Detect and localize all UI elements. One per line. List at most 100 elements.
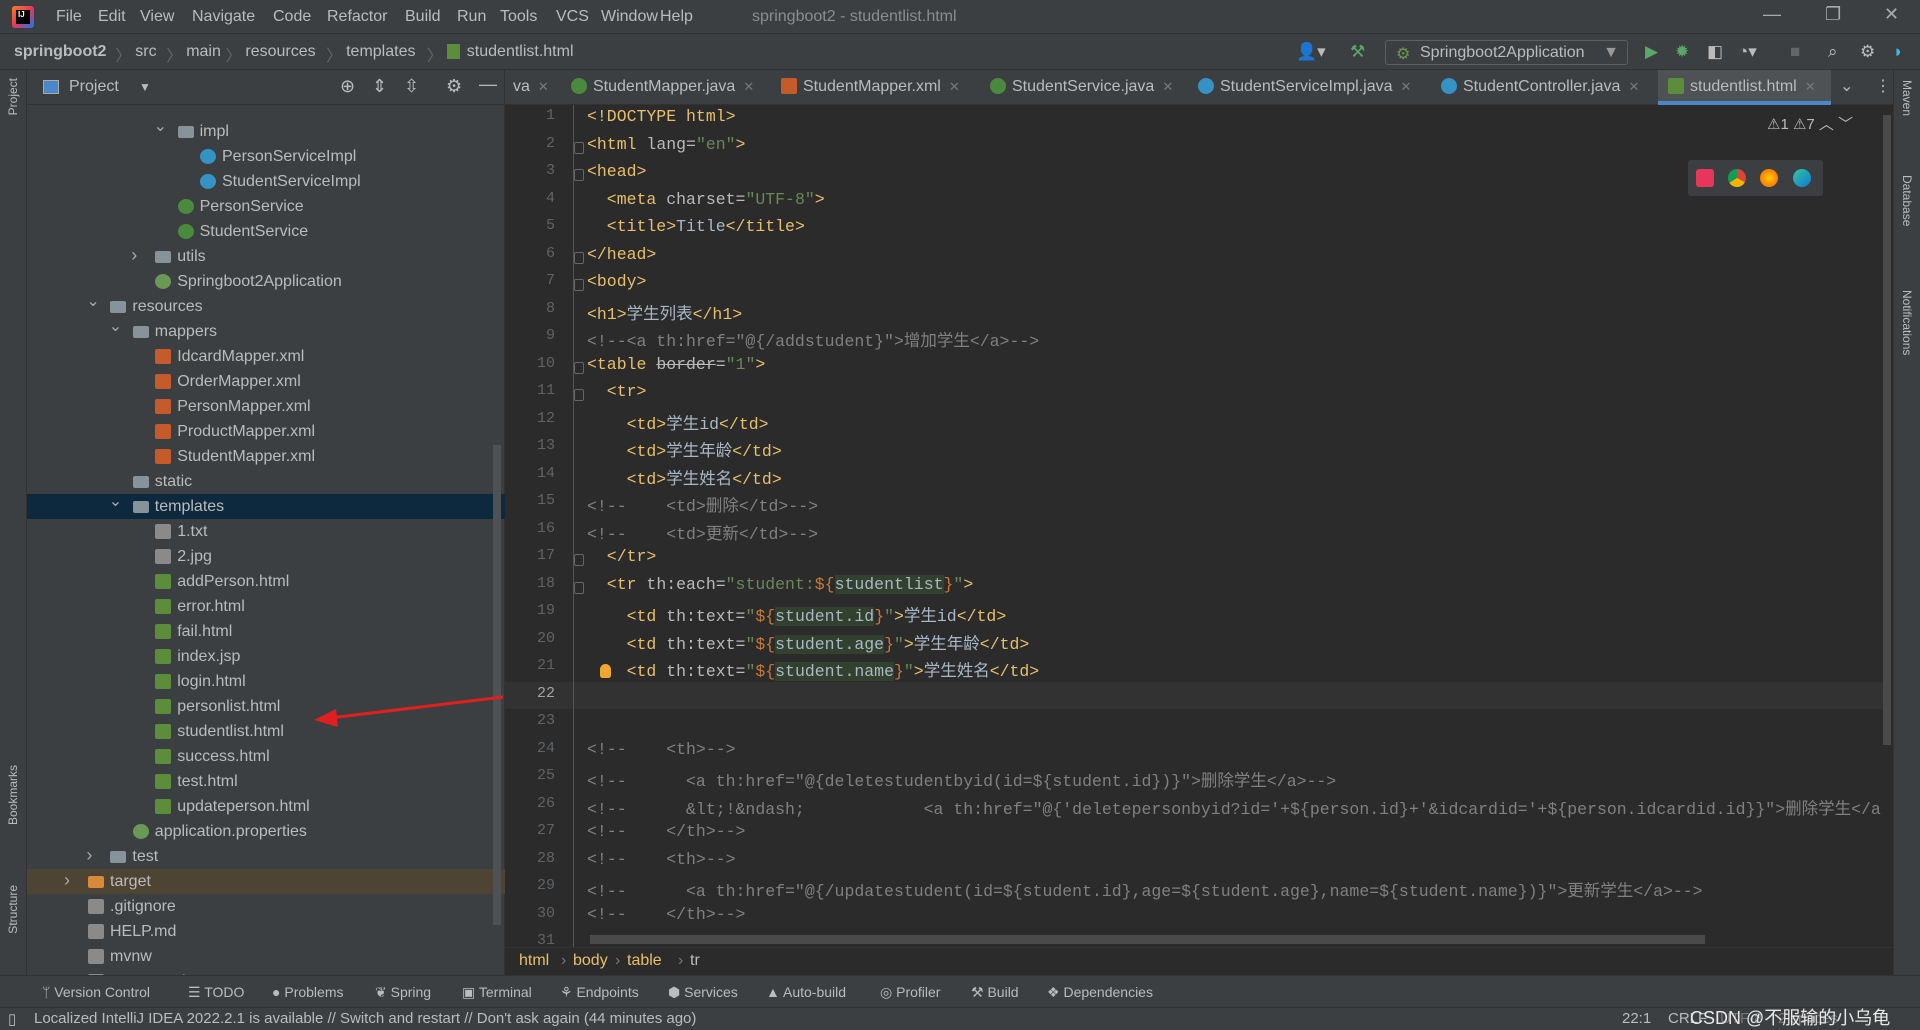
- code-line[interactable]: <body>: [587, 272, 646, 291]
- tab-studentmapper-java[interactable]: StudentMapper.java ✕: [561, 70, 766, 105]
- tool-window-endpoints[interactable]: ⚘ Endpoints: [560, 984, 639, 1001]
- menu-help[interactable]: Help: [660, 8, 693, 26]
- project-scrollbar[interactable]: [493, 445, 501, 925]
- close-tab-icon[interactable]: ✕: [538, 79, 549, 94]
- build-hammer-icon[interactable]: ⚒: [1350, 42, 1365, 62]
- tree-item[interactable]: 1.txt: [27, 519, 505, 544]
- tree-item[interactable]: › test: [27, 844, 505, 869]
- close-tab-icon[interactable]: ✕: [1628, 79, 1639, 94]
- breadcrumb-item[interactable]: springboot2: [14, 43, 106, 61]
- project-tool-button[interactable]: Project: [6, 78, 20, 115]
- profile-icon[interactable]: ◔▾: [1738, 42, 1757, 62]
- tree-item[interactable]: HELP.md: [27, 919, 505, 944]
- breadcrumb-item[interactable]: studentlist.html: [467, 43, 574, 61]
- tree-item[interactable]: 2.jpg: [27, 544, 505, 569]
- breadcrumb-item[interactable]: src: [135, 43, 156, 61]
- editor-breadcrumb-item[interactable]: html: [519, 952, 549, 970]
- tool-window-version-control[interactable]: ᛘ Version Control: [42, 984, 150, 1000]
- tool-window-spring[interactable]: ❦ Spring: [375, 984, 431, 1001]
- settings-gear-icon[interactable]: ⚙: [1860, 42, 1875, 62]
- tree-item[interactable]: ⌄ mappers: [27, 318, 505, 344]
- locate-file-icon[interactable]: ⊕: [340, 76, 355, 97]
- coverage-icon[interactable]: ◧: [1707, 42, 1723, 62]
- tree-item[interactable]: mvnw: [27, 944, 505, 969]
- code-line[interactable]: <td th:text="${student.id}">学生id</td>: [587, 602, 1006, 626]
- tab-va[interactable]: va ✕: [505, 70, 561, 105]
- tree-item[interactable]: ⌄ impl: [27, 118, 505, 144]
- tree-item[interactable]: › utils: [27, 244, 505, 269]
- tree-item[interactable]: static: [27, 469, 505, 494]
- code-line[interactable]: <td>学生id</td>: [587, 410, 769, 434]
- code-editor[interactable]: ⚠1 ⚠7 ︿ ﹀ 1 <!DOCTYPE html> 2 <html lang="e…: [505, 105, 1893, 947]
- fold-marker-icon[interactable]: [574, 581, 584, 594]
- expand-all-icon[interactable]: ⇕: [372, 76, 387, 97]
- fold-marker-icon[interactable]: [574, 554, 584, 566]
- tree-item[interactable]: test.html: [27, 769, 505, 794]
- editor-horizontal-scrollbar[interactable]: [590, 935, 1705, 944]
- tree-item[interactable]: updateperson.html: [27, 794, 505, 819]
- database-tool-button[interactable]: Database: [1900, 175, 1914, 226]
- fold-marker-icon[interactable]: [574, 389, 584, 401]
- menu-vcs[interactable]: VCS: [556, 8, 589, 26]
- menu-view[interactable]: View: [140, 8, 174, 26]
- chevron-right-icon[interactable]: ›: [64, 868, 70, 893]
- tree-item[interactable]: ⌄ resources: [27, 293, 505, 319]
- notifications-tool-button[interactable]: Notifications: [1900, 290, 1914, 355]
- tree-item[interactable]: success.html: [27, 744, 505, 769]
- status-toggle-icon[interactable]: ▯: [8, 1010, 16, 1028]
- tab-studentmapper-xml[interactable]: StudentMapper.xml ✕: [771, 70, 976, 105]
- tool-window-build[interactable]: ⚒ Build: [971, 984, 1019, 1001]
- tree-item[interactable]: index.jsp: [27, 644, 505, 669]
- menu-run[interactable]: Run: [457, 8, 486, 26]
- tree-item[interactable]: StudentService: [27, 219, 505, 244]
- minimize-button[interactable]: —: [1763, 4, 1781, 25]
- tree-item[interactable]: PersonService: [27, 194, 505, 219]
- editor-breadcrumb-item[interactable]: table: [627, 952, 662, 970]
- run-icon[interactable]: ▶: [1645, 42, 1658, 62]
- tree-item[interactable]: studentlist.html: [27, 719, 505, 744]
- code-line[interactable]: </head>: [587, 245, 656, 264]
- fold-marker-icon[interactable]: [574, 251, 584, 264]
- status-message[interactable]: Localized IntelliJ IDEA 2022.2.1 is avai…: [34, 1010, 696, 1027]
- code-line[interactable]: <table border="1">: [587, 355, 765, 374]
- menu-edit[interactable]: Edit: [98, 8, 126, 26]
- tool-window-todo[interactable]: ☰ TODO: [188, 984, 244, 1001]
- tab-list-chevron-icon[interactable]: ⌄: [1840, 76, 1853, 96]
- code-line[interactable]: <!-- <td>更新</td>-->: [587, 520, 818, 544]
- close-tab-icon[interactable]: ✕: [949, 79, 960, 94]
- code-line[interactable]: </tr>: [587, 547, 657, 566]
- editor-breadcrumb-item[interactable]: body: [573, 952, 608, 970]
- chrome-icon[interactable]: [1728, 169, 1746, 187]
- code-line[interactable]: <td>学生年龄</td>: [587, 437, 782, 461]
- tree-item[interactable]: login.html: [27, 669, 505, 694]
- tree-item[interactable]: IdcardMapper.xml: [27, 344, 505, 369]
- chevron-right-icon[interactable]: ›: [86, 843, 92, 868]
- breadcrumb-item[interactable]: resources: [245, 43, 315, 61]
- fold-marker-icon[interactable]: [574, 141, 584, 154]
- more-options-icon[interactable]: ⋮: [1875, 76, 1891, 96]
- tool-window-services[interactable]: ⬢ Services: [668, 984, 738, 1001]
- inspection-warnings[interactable]: ⚠1 ⚠7 ︿ ﹀: [1767, 113, 1853, 134]
- tree-item[interactable]: › target: [27, 869, 505, 894]
- close-tab-icon[interactable]: ✕: [743, 79, 754, 94]
- editor-vertical-scrollbar[interactable]: [1883, 115, 1891, 745]
- code-line[interactable]: <!-- <a th:href="@{/updatestudent(id=${s…: [587, 877, 1703, 901]
- menu-navigate[interactable]: Navigate: [192, 8, 255, 26]
- tool-window-terminal[interactable]: ▣ Terminal: [462, 984, 532, 1001]
- maven-tool-button[interactable]: Maven: [1900, 80, 1914, 116]
- code-line[interactable]: <!-- </th>-->: [587, 905, 745, 924]
- chevron-down-icon[interactable]: ⌄: [109, 489, 122, 514]
- tree-item[interactable]: PersonMapper.xml: [27, 394, 505, 419]
- menu-build[interactable]: Build: [405, 8, 441, 26]
- tree-item[interactable]: ⌄ templates: [27, 493, 505, 519]
- tree-item[interactable]: fail.html: [27, 619, 505, 644]
- code-line[interactable]: <tr>: [587, 382, 647, 401]
- chevron-down-icon[interactable]: ▼: [139, 80, 151, 94]
- fold-marker-icon[interactable]: [574, 169, 584, 181]
- menu-tools[interactable]: Tools: [500, 8, 537, 26]
- code-line[interactable]: <!-- </th>-->: [587, 822, 745, 841]
- code-line[interactable]: <!-- &lt;!&ndash; <a th:href="@{'deletep…: [587, 795, 1881, 819]
- hide-panel-icon[interactable]: —: [479, 74, 497, 95]
- code-line[interactable]: <!DOCTYPE html>: [587, 107, 736, 126]
- tree-item[interactable]: ProductMapper.xml: [27, 419, 505, 444]
